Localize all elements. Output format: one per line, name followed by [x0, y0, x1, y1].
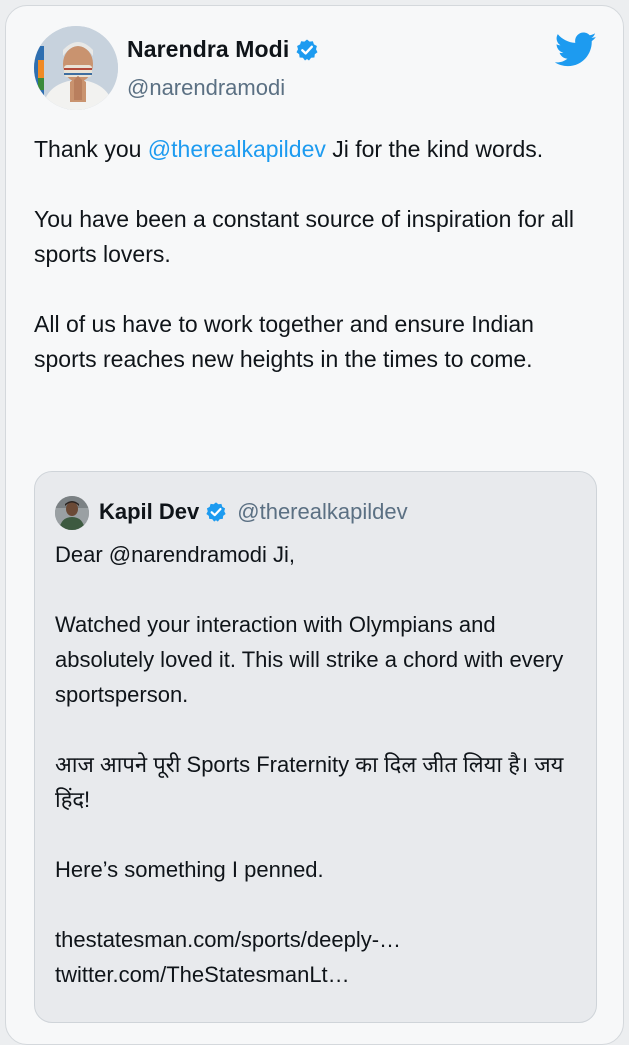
- author-avatar[interactable]: [34, 26, 118, 110]
- quoted-header[interactable]: Kapil Dev @therealkapildev: [99, 499, 408, 525]
- author-name-row[interactable]: Narendra Modi: [127, 36, 319, 63]
- quoted-tweet-body: Dear @narendramodi Ji, Watched your inte…: [55, 537, 575, 992]
- quoted-author-avatar[interactable]: [55, 496, 89, 530]
- tweet-text-prefix: Thank you: [34, 136, 148, 162]
- twitter-bird-icon[interactable]: [554, 32, 597, 68]
- quoted-author-name[interactable]: Kapil Dev: [99, 499, 199, 525]
- tweet-paragraph-1: Thank you @therealkapildev Ji for the ki…: [34, 132, 594, 167]
- author-handle[interactable]: @narendramodi: [127, 75, 285, 101]
- verified-badge-icon: [205, 501, 227, 523]
- quoted-link-2[interactable]: twitter.com/TheStatesmanLt…: [55, 957, 575, 992]
- tweet-paragraph-2: You have been a constant source of inspi…: [34, 206, 575, 267]
- quoted-paragraph-1: Watched your interaction with Olympians …: [55, 612, 564, 707]
- author-name[interactable]: Narendra Modi: [127, 36, 289, 63]
- tweet-body: Thank you @therealkapildev Ji for the ki…: [34, 132, 594, 412]
- quoted-tweet[interactable]: Kapil Dev @therealkapildev Dear @narendr…: [34, 471, 597, 1023]
- tweet-paragraph-3: All of us have to work together and ensu…: [34, 311, 534, 372]
- quoted-greeting: Dear @narendramodi Ji,: [55, 542, 295, 567]
- quoted-avatar-image: [55, 496, 89, 530]
- quoted-paragraph-3: Here’s something I penned.: [55, 857, 324, 882]
- quoted-link-1[interactable]: thestatesman.com/sports/deeply-…: [55, 922, 575, 957]
- quoted-author-handle[interactable]: @therealkapildev: [237, 499, 407, 525]
- quoted-paragraph-2: आज आपने पूरी Sports Fraternity का दिल जी…: [55, 752, 564, 812]
- verified-badge-icon: [295, 38, 319, 62]
- quoted-links: thestatesman.com/sports/deeply-… twitter…: [55, 922, 575, 992]
- mention-link[interactable]: @therealkapildev: [148, 136, 326, 162]
- tweet-card[interactable]: Narendra Modi @narendramodi Thank you @t…: [5, 5, 624, 1045]
- tweet-text-suffix: Ji for the kind words.: [325, 136, 544, 162]
- avatar-image: [34, 26, 118, 110]
